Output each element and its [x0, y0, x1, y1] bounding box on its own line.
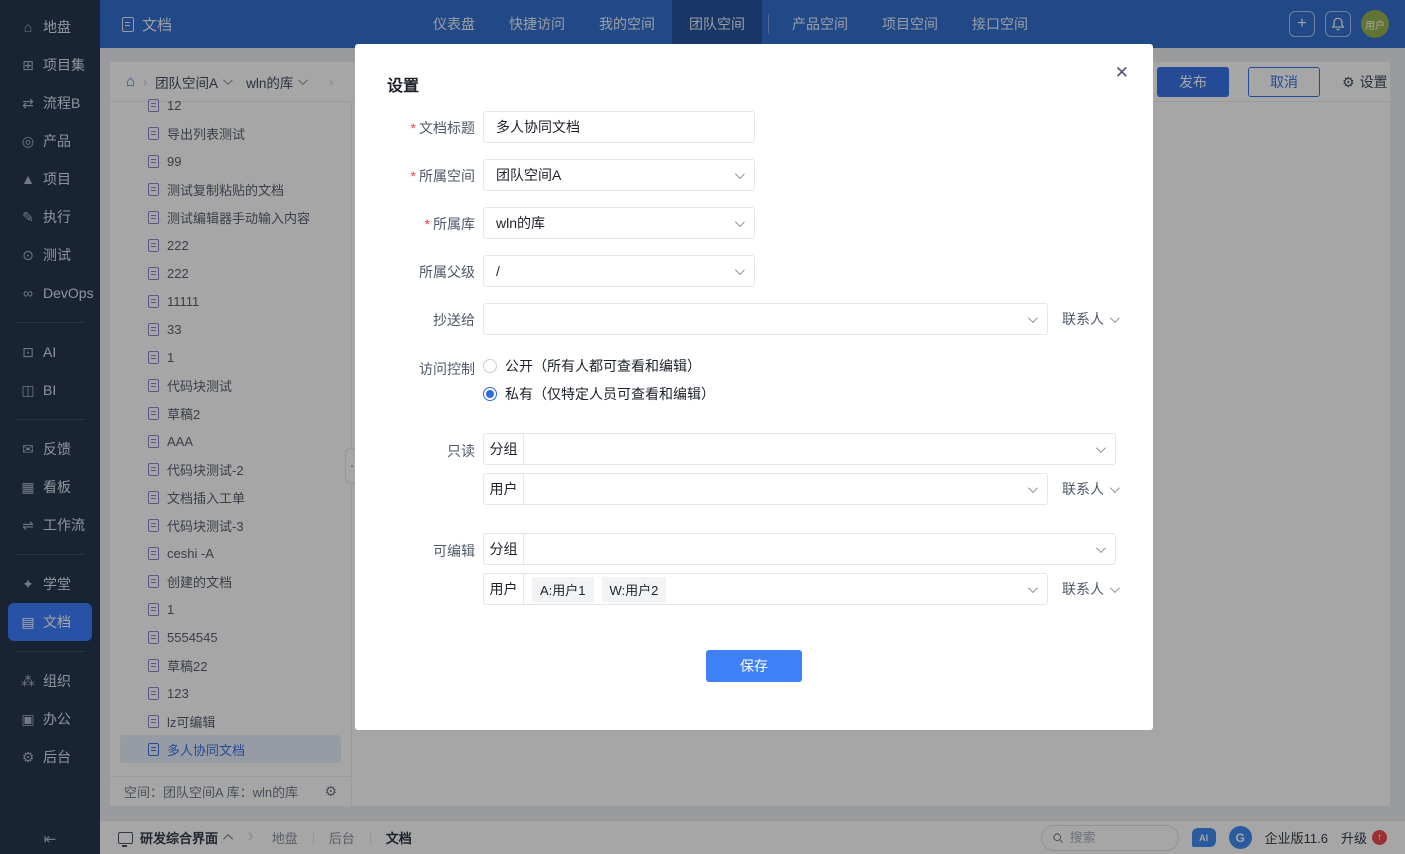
chevron-down-icon: [1028, 583, 1038, 593]
chevron-down-icon: [1096, 543, 1106, 553]
field-label-editable: 可编辑: [355, 541, 475, 561]
parent-select[interactable]: /: [483, 255, 755, 287]
save-button[interactable]: 保存: [706, 650, 802, 682]
field-label-doc-title: *文档标题: [355, 118, 475, 138]
cc-select[interactable]: [483, 303, 1048, 335]
access-radio-option[interactable]: 公开（所有人都可查看和编辑）: [483, 356, 701, 376]
editable-group-select[interactable]: 分组: [483, 533, 1116, 565]
chevron-down-icon: [735, 265, 745, 275]
chevron-down-icon: [1110, 483, 1120, 493]
close-icon[interactable]: ✕: [1115, 64, 1129, 81]
chevron-down-icon: [1028, 483, 1038, 493]
user-prefix: 用户: [484, 574, 524, 604]
chevron-down-icon: [1028, 313, 1038, 323]
radio-icon: [483, 359, 497, 373]
library-select[interactable]: wln的库: [483, 207, 755, 239]
space-select[interactable]: 团队空间A: [483, 159, 755, 191]
field-label-access: 访问控制: [355, 359, 475, 379]
readonly-group-select[interactable]: 分组: [483, 433, 1116, 465]
editable-user-select[interactable]: 用户 A:用户1 W:用户2: [483, 573, 1048, 605]
chevron-down-icon: [1110, 313, 1120, 323]
editable-contact-picker[interactable]: 联系人: [1054, 573, 1120, 605]
radio-icon: [483, 387, 497, 401]
doc-title-input[interactable]: 多人协同文档: [483, 111, 755, 143]
user-prefix: 用户: [484, 474, 524, 504]
field-label-cc: 抄送给: [355, 310, 475, 330]
field-label-library: *所属库: [355, 214, 475, 234]
user-tag[interactable]: A:用户1: [532, 577, 594, 602]
readonly-contact-picker[interactable]: 联系人: [1054, 473, 1120, 505]
chevron-down-icon: [735, 169, 745, 179]
settings-modal: 设置 ✕ *文档标题 多人协同文档 *所属空间 团队空间A *所属库 wln的库…: [355, 44, 1153, 730]
field-label-space: *所属空间: [355, 166, 475, 186]
field-label-readonly: 只读: [355, 441, 475, 461]
chevron-down-icon: [1096, 443, 1106, 453]
modal-title: 设置: [387, 72, 419, 96]
field-label-parent: 所属父级: [355, 262, 475, 282]
readonly-user-select[interactable]: 用户: [483, 473, 1048, 505]
group-prefix: 分组: [484, 434, 524, 464]
chevron-down-icon: [1110, 583, 1120, 593]
group-prefix: 分组: [484, 534, 524, 564]
user-tags: A:用户1 W:用户2: [532, 577, 666, 602]
user-tag[interactable]: W:用户2: [602, 577, 667, 602]
access-radio-option[interactable]: 私有（仅特定人员可查看和编辑）: [483, 384, 715, 404]
chevron-down-icon: [735, 217, 745, 227]
cc-contact-picker[interactable]: 联系人: [1054, 303, 1120, 335]
